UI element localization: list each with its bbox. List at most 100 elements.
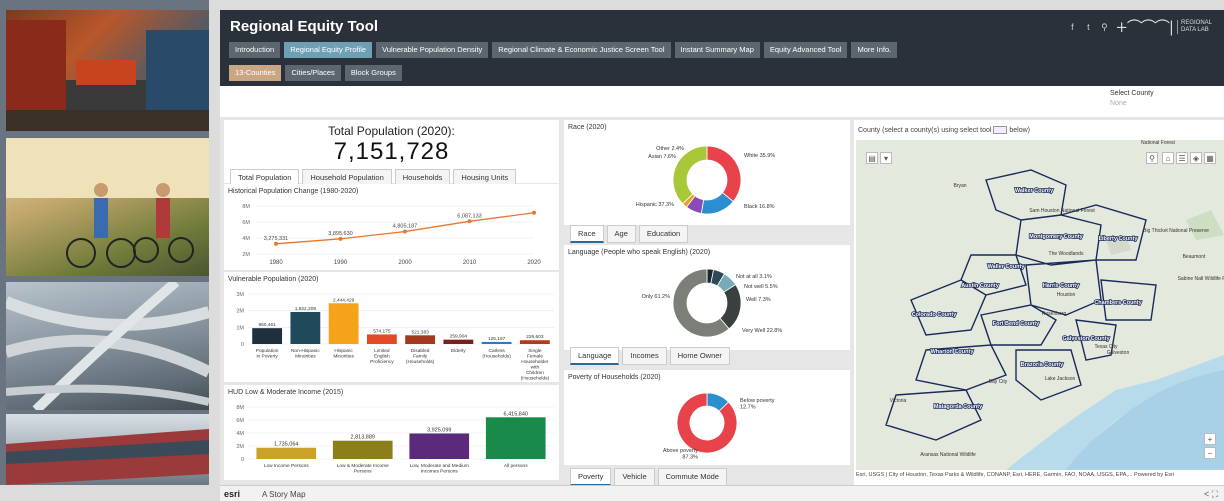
x-tick-label: with <box>531 365 540 371</box>
vulnerable-population-card: Vulnerable Population (2020) 3M 2M 1M 0 950,… <box>224 272 559 382</box>
data-label: 2,813,889 <box>351 435 375 441</box>
county-map[interactable]: ▤ ▾ ⚲ ⌂ ☰ ◈ ▦ + − Walker County Montgomer… <box>856 140 1224 470</box>
tab-home-owner[interactable]: Home Owner <box>669 347 730 365</box>
x-tick-label: Population <box>256 348 279 354</box>
map-label: Beaumont <box>1183 254 1206 260</box>
data-point <box>274 241 278 246</box>
slice-label: Very Well 22.8% <box>742 328 782 334</box>
map-label: Big Thicket National Preserve <box>1143 228 1209 234</box>
slice-label: Other 2.4% <box>656 146 684 152</box>
race-chart-title: Race (2020) <box>568 124 607 131</box>
y-tick-label: 2M <box>236 444 244 450</box>
map-label: Victoria <box>890 398 907 404</box>
share-fullscreen-icons[interactable]: < ⛶ <box>1204 489 1218 500</box>
poverty-donut-chart: Below poverty12.7% Above poverty87.3% <box>663 392 775 461</box>
tab-instant-summary-map[interactable]: Instant Summary Map <box>674 42 760 58</box>
select-county-value[interactable]: None <box>1110 100 1127 107</box>
tab-vulnerable-population-density[interactable]: Vulnerable Population Density <box>376 42 489 58</box>
data-label: 2,444,429 <box>333 297 355 303</box>
tab-commute-mode[interactable]: Commute Mode <box>657 468 727 486</box>
tab-regional-equity-profile[interactable]: Regional Equity Profile <box>284 42 373 58</box>
map-label: Bryan <box>953 183 966 189</box>
link-icon[interactable]: ⚲ <box>1099 22 1109 32</box>
slice-label: Asian 7.6% <box>648 154 676 160</box>
map-title: County (select a county(s) using select … <box>858 126 1030 134</box>
map-label: Bay City <box>989 379 1008 385</box>
map-label: Liberty County <box>1099 236 1139 242</box>
data-label: 574,175 <box>373 328 391 334</box>
map-label: Lake Jackson <box>1045 376 1076 382</box>
vulnerable-population-chart: 3M 2M 1M 0 950,461 Populationin Poverty 1,922,… <box>236 292 554 382</box>
logo-mark: +⌒⌒⌒| <box>1115 18 1174 36</box>
slice-label: Not at all 3.1% <box>736 274 772 280</box>
slice-label: Only 61.2% <box>642 294 671 300</box>
bar <box>290 311 321 344</box>
language-tabs: Language Incomes Home Owner <box>570 347 730 365</box>
select-tool-icon[interactable] <box>993 126 1008 134</box>
data-label: 1,735,064 <box>274 442 298 448</box>
poverty-chart-title: Poverty of Households (2020) <box>568 374 661 381</box>
tab-race[interactable]: Race <box>570 225 604 243</box>
x-tick-label: (Households) <box>521 376 550 382</box>
x-tick-label: Children <box>526 370 544 376</box>
tab-block-groups[interactable]: Block Groups <box>344 65 402 81</box>
x-tick-label: 2020 <box>527 260 541 266</box>
race-tabs: Race Age Education <box>570 225 689 243</box>
tab-more-info[interactable]: More Info. <box>851 42 898 58</box>
tab-cities-places[interactable]: Cities/Places <box>285 65 341 81</box>
tab-climate-economic-justice[interactable]: Regional Climate & Economic Justice Scre… <box>492 42 671 58</box>
story-map-label: A Story Map <box>262 490 306 499</box>
tab-age[interactable]: Age <box>606 225 636 243</box>
x-tick-label: English <box>374 354 390 360</box>
total-population-value: 7,151,728 <box>333 138 450 165</box>
x-tick-label: Non-Hispanic <box>291 348 320 354</box>
map-label: Sam Houston National Forest <box>1029 208 1095 214</box>
bar <box>332 440 393 459</box>
map-label: Galveston County <box>1062 336 1110 342</box>
tab-incomes[interactable]: Incomes <box>622 347 667 365</box>
x-tick-label: 1980 <box>269 260 283 266</box>
esri-logo[interactable]: esri <box>224 489 240 499</box>
twitter-icon[interactable]: t <box>1083 22 1093 32</box>
data-label: 6,415,840 <box>504 411 528 417</box>
x-tick-label: 1990 <box>334 260 348 266</box>
tab-equity-advanced-tool[interactable]: Equity Advanced Tool <box>763 42 848 58</box>
slice-label: Not well 5.5% <box>744 284 778 290</box>
y-tick-label: 8M <box>242 204 250 210</box>
y-tick-label: 6M <box>242 220 250 226</box>
map-label: Rosenberg <box>1042 311 1067 317</box>
x-tick-label: Limited <box>374 348 390 354</box>
filter-bar: Select County None <box>220 86 1224 117</box>
x-tick-label: Carless <box>488 348 505 354</box>
x-tick-label: Single <box>528 348 542 354</box>
hud-income-card: HUD Low & Moderate Income (2015) 8M 6M 4M 2… <box>224 385 559 480</box>
map-label: Harris County <box>1043 283 1080 289</box>
x-tick-label: Elderly <box>451 348 466 354</box>
data-label: 950,461 <box>258 322 276 328</box>
slice-label: Well 7.3% <box>746 297 771 303</box>
tab-13-counties[interactable]: 13-Counties <box>229 65 282 81</box>
x-tick-label: in Poverty <box>256 354 278 360</box>
tab-introduction[interactable]: Introduction <box>229 42 281 58</box>
y-tick-label: 3M <box>236 292 244 298</box>
x-tick-label: Persons <box>354 469 372 475</box>
tab-poverty[interactable]: Poverty <box>570 468 612 486</box>
data-label: 3,275,331 <box>264 236 288 242</box>
photo-column <box>0 0 209 485</box>
x-tick-label: Low, Moderate and Medium <box>410 463 469 469</box>
poverty-card: Poverty of Households (2020) Below pover… <box>564 370 850 465</box>
photo-cyclists <box>6 138 209 276</box>
slice-label: Below poverty <box>740 398 775 404</box>
regional-data-lab-logo[interactable]: +⌒⌒⌒| REGIONAL DATA LAB <box>1115 16 1212 37</box>
tab-vehicle[interactable]: Vehicle <box>614 468 655 486</box>
data-label: 521,383 <box>411 329 429 335</box>
map-label: Houston <box>1057 292 1076 298</box>
tab-education[interactable]: Education <box>638 225 689 243</box>
bar <box>252 328 283 344</box>
facebook-icon[interactable]: f <box>1067 22 1077 32</box>
data-point <box>403 229 407 234</box>
bar <box>366 334 397 344</box>
tab-language[interactable]: Language <box>570 347 620 365</box>
x-tick-label: 2010 <box>463 260 477 266</box>
language-card: Language (People who speak English) (202… <box>564 245 850 350</box>
